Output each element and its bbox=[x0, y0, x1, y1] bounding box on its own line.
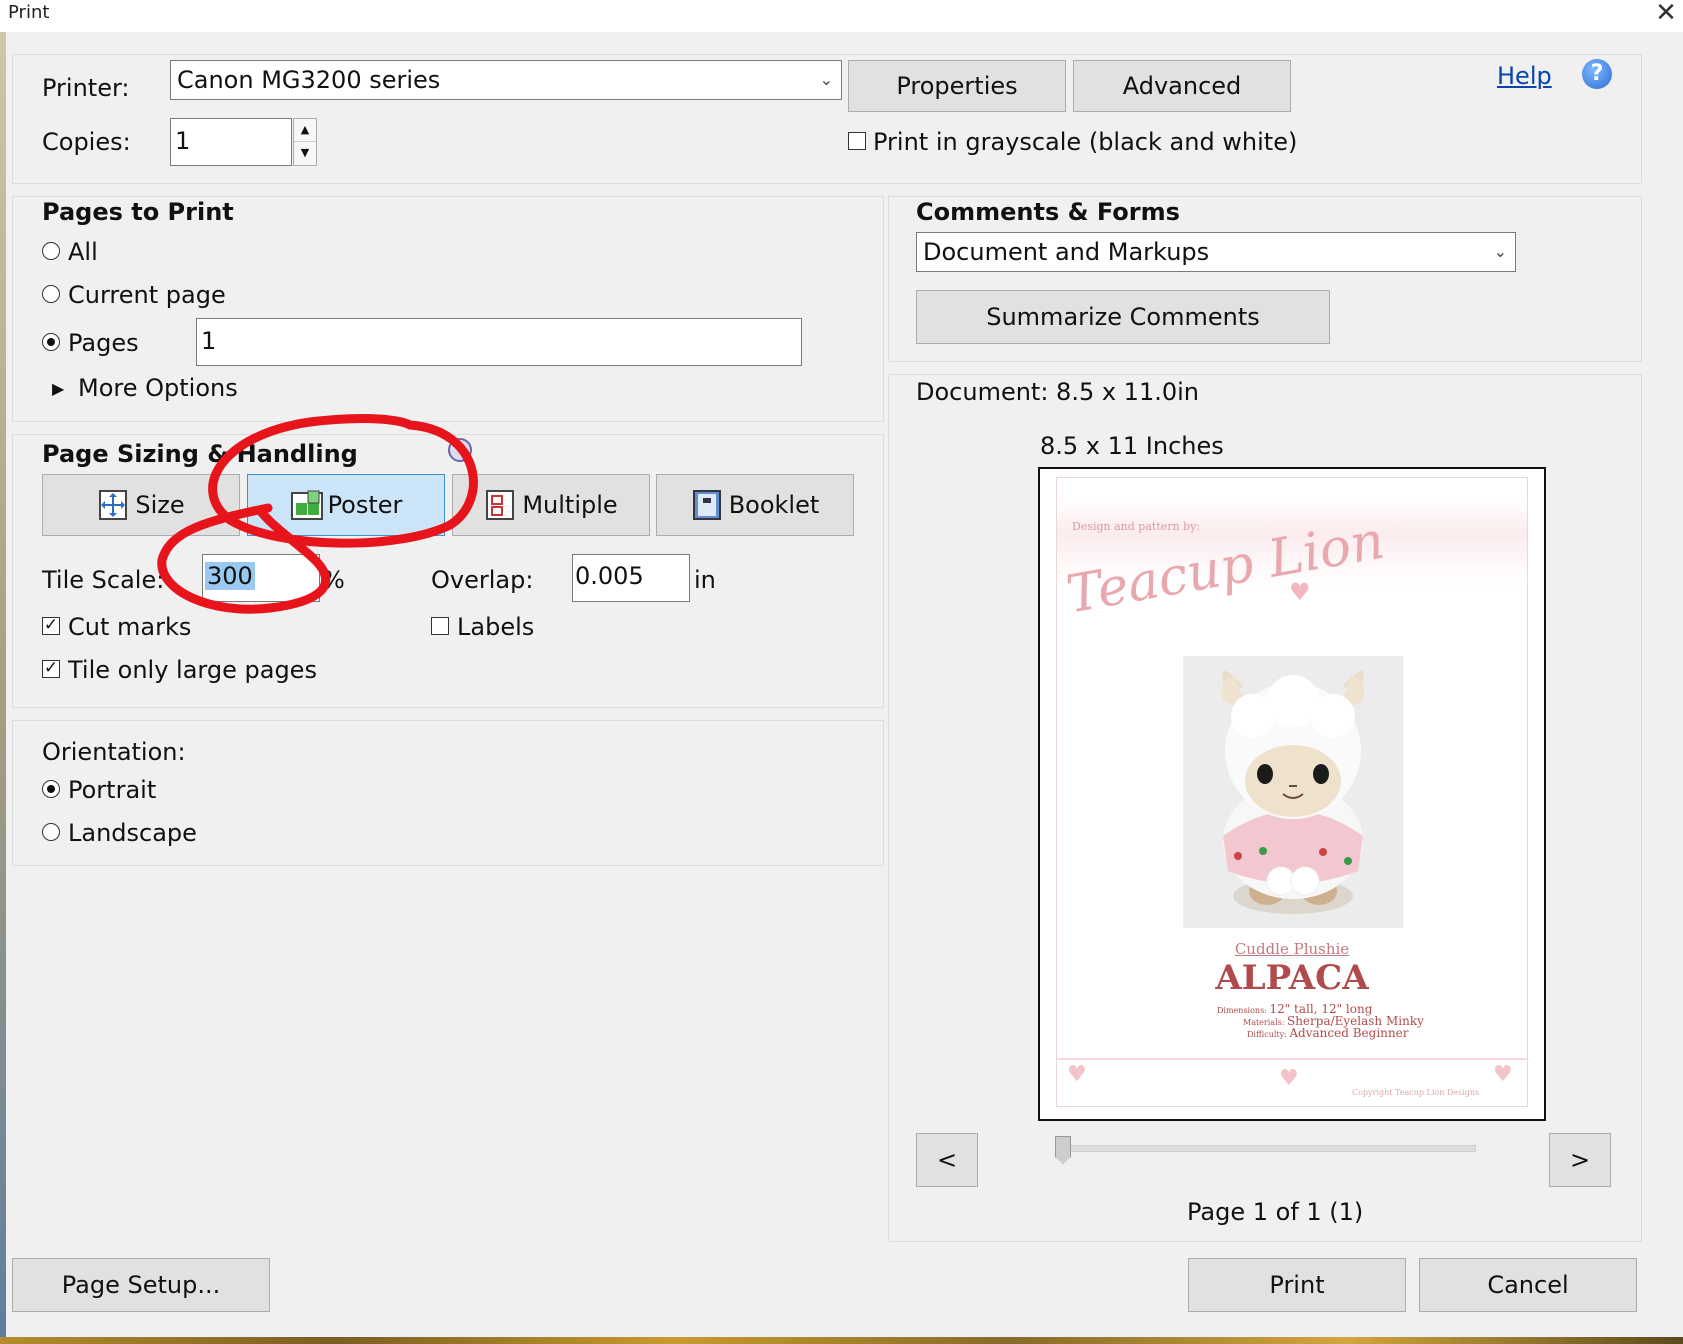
alpaca-photo bbox=[1183, 656, 1403, 928]
desktop-edge bbox=[0, 32, 6, 1344]
summarize-comments-button[interactable]: Summarize Comments bbox=[916, 290, 1330, 344]
window-title: Print bbox=[8, 2, 50, 23]
paper-size-label: 8.5 x 11 Inches bbox=[1040, 432, 1224, 460]
page-setup-button[interactable]: Page Setup... bbox=[12, 1258, 270, 1312]
radio-landscape-label: Landscape bbox=[68, 819, 197, 847]
preview-page: Design and pattern by: Teacup Lion ♥ Cud… bbox=[1056, 477, 1528, 1107]
overlap-unit: in bbox=[694, 566, 716, 594]
heart-icon: ♥ bbox=[1067, 1062, 1087, 1087]
copies-value: 1 bbox=[175, 127, 191, 155]
heart-icon: ♥ bbox=[1289, 578, 1311, 606]
printer-label: Printer: bbox=[42, 74, 130, 102]
booklet-button-label: Booklet bbox=[728, 491, 820, 519]
red-annotation-circle bbox=[157, 414, 478, 614]
difficulty-row: Difficulty: Advanced Beginner bbox=[1247, 1026, 1408, 1040]
radio-all[interactable] bbox=[42, 242, 60, 260]
tile-large-label: Tile only large pages bbox=[68, 656, 317, 684]
radio-portrait[interactable] bbox=[42, 780, 60, 798]
overlap-input[interactable]: 0.005 bbox=[572, 554, 690, 602]
pages-range-input[interactable]: 1 bbox=[196, 318, 802, 366]
cancel-button[interactable]: Cancel bbox=[1419, 1258, 1637, 1312]
radio-pages[interactable] bbox=[42, 333, 60, 351]
taskbar-strip bbox=[0, 1337, 1683, 1344]
design-by-text: Design and pattern by: bbox=[1072, 520, 1201, 533]
page-status: Page 1 of 1 (1) bbox=[1187, 1198, 1364, 1226]
advanced-button[interactable]: Advanced bbox=[1073, 60, 1291, 112]
comments-select[interactable]: Document and Markups ⌄ bbox=[916, 232, 1516, 272]
difficulty-label: Difficulty: bbox=[1247, 1030, 1287, 1039]
stepper-down-icon[interactable]: ▼ bbox=[294, 142, 316, 164]
cut-marks-checkbox[interactable]: ✓ bbox=[42, 617, 60, 635]
copies-input[interactable]: 1 bbox=[170, 118, 292, 166]
radio-portrait-label: Portrait bbox=[68, 776, 157, 804]
comments-header: Comments & Forms bbox=[916, 198, 1180, 226]
chevron-down-icon: ⌄ bbox=[1493, 242, 1507, 261]
difficulty-value: Advanced Beginner bbox=[1289, 1026, 1409, 1040]
radio-all-label: All bbox=[68, 238, 98, 266]
pages-header: Pages to Print bbox=[42, 198, 234, 226]
orientation-header: Orientation: bbox=[42, 738, 186, 766]
heart-icon: ♥ bbox=[1493, 1062, 1513, 1087]
properties-button[interactable]: Properties bbox=[848, 60, 1066, 112]
page-slider-track[interactable] bbox=[1060, 1145, 1476, 1152]
radio-landscape[interactable] bbox=[42, 823, 60, 841]
document-size-label: Document: 8.5 x 11.0in bbox=[916, 378, 1199, 406]
next-page-button[interactable]: > bbox=[1549, 1133, 1611, 1187]
footer-divider bbox=[1057, 1058, 1527, 1060]
radio-pages-label: Pages bbox=[68, 329, 139, 357]
close-icon[interactable]: ✕ bbox=[1652, 0, 1680, 28]
grayscale-checkbox[interactable] bbox=[848, 132, 866, 150]
help-link[interactable]: Help bbox=[1497, 62, 1552, 90]
overlap-value: 0.005 bbox=[575, 562, 644, 590]
grayscale-label: Print in grayscale (black and white) bbox=[873, 128, 1298, 156]
radio-current-label: Current page bbox=[68, 281, 226, 309]
stepper-up-icon[interactable]: ▲ bbox=[294, 119, 316, 142]
radio-current-page[interactable] bbox=[42, 285, 60, 303]
booklet-button[interactable]: Booklet bbox=[656, 474, 854, 536]
tile-large-checkbox[interactable]: ✓ bbox=[42, 660, 60, 678]
printer-select[interactable]: Canon MG3200 series ⌄ bbox=[170, 60, 842, 100]
booklet-icon bbox=[691, 489, 723, 521]
page-preview: Design and pattern by: Teacup Lion ♥ Cud… bbox=[1038, 467, 1546, 1121]
copies-label: Copies: bbox=[42, 128, 131, 156]
help-icon[interactable]: ? bbox=[1582, 59, 1612, 89]
triangle-right-icon[interactable]: ▶ bbox=[52, 379, 64, 398]
print-button[interactable]: Print bbox=[1188, 1258, 1406, 1312]
title-bar bbox=[0, 0, 1683, 32]
more-options-label[interactable]: More Options bbox=[78, 374, 238, 402]
printer-select-value: Canon MG3200 series bbox=[177, 66, 441, 94]
chevron-down-icon: ⌄ bbox=[819, 70, 833, 89]
heart-icon: ♥ bbox=[1279, 1066, 1299, 1091]
product-title: ALPACA bbox=[1215, 958, 1369, 998]
multiple-button-label: Multiple bbox=[522, 491, 618, 519]
subtitle-text: Cuddle Plushie bbox=[1234, 940, 1350, 958]
pages-range-value: 1 bbox=[201, 327, 217, 355]
comments-select-value: Document and Markups bbox=[923, 238, 1210, 266]
copyright-text: Copyright Teacup Lion Designs bbox=[1352, 1088, 1480, 1097]
tile-scale-label: Tile Scale: bbox=[42, 566, 165, 594]
size-icon bbox=[97, 489, 129, 521]
copies-stepper[interactable]: ▲ ▼ bbox=[293, 118, 317, 166]
prev-page-button[interactable]: < bbox=[916, 1133, 978, 1187]
